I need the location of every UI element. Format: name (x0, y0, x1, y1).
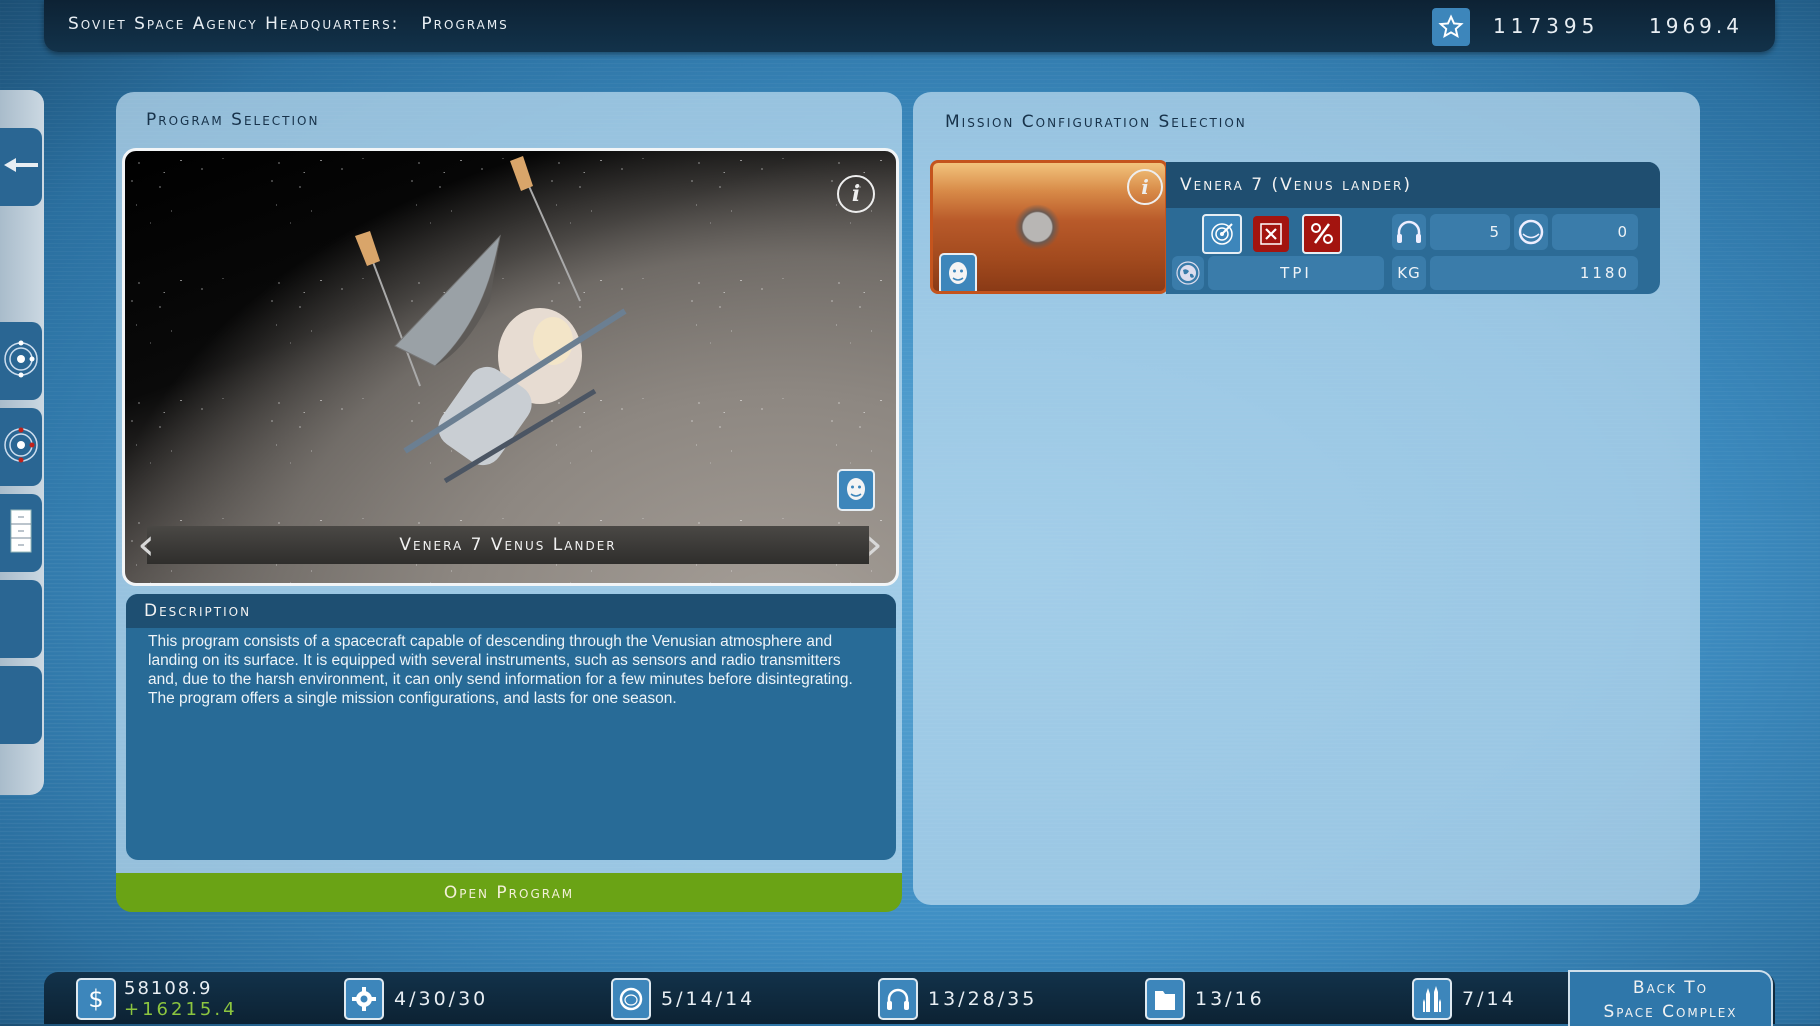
files-value: 13/16 (1195, 988, 1265, 1010)
orbit-icon (1, 339, 41, 383)
dollar-icon: $ (76, 978, 116, 1020)
mass-unit-label: KG (1392, 256, 1426, 290)
target-icon (1202, 214, 1242, 254)
sidebar-back-button[interactable] (0, 128, 42, 206)
description-box: Description This program consists of a s… (126, 594, 896, 860)
prestige-value: 117395 (1493, 14, 1600, 38)
program-name-bar: Venera 7 Venus Lander (147, 526, 869, 564)
income-value: +16215.4 (124, 999, 238, 1020)
rockets-value: 7/14 (1462, 988, 1517, 1010)
rockets-icon (1412, 978, 1452, 1020)
page-title: Soviet Space Agency Headquarters: Program… (68, 14, 509, 34)
mission-designer-icon[interactable] (939, 253, 977, 291)
sidebar-item-empty-1[interactable] (0, 580, 42, 658)
rockets-stat: 7/14 (1412, 978, 1517, 1020)
back-arrow-icon (4, 157, 38, 177)
back-button-line1: Back To (1632, 978, 1709, 998)
cosmonaut-helmet-icon (1514, 214, 1548, 250)
description-text: This program consists of a spacecraft ca… (148, 633, 853, 707)
svg-text:$: $ (88, 985, 103, 1013)
gear-icon (344, 978, 384, 1020)
funds-value: 58108.9 (124, 978, 213, 999)
star-icon[interactable] (1432, 8, 1470, 46)
bottom-bar: $ 58108.9 +16215.4 4/30/30 5/14/14 13/28… (44, 970, 1775, 1026)
sidebar-item-programs[interactable] (0, 322, 42, 400)
mission-card[interactable]: i Venera 7 (Venus lander) 5 0 TPI KG 118… (930, 160, 1660, 296)
engineers-value: 4/30/30 (394, 988, 489, 1010)
left-sidebar (0, 90, 44, 795)
folder-icon (1145, 978, 1185, 1020)
headphones-icon (878, 978, 918, 1020)
title-text: Soviet Space Agency Headquarters: (68, 14, 400, 34)
percent-icon (1302, 214, 1342, 254)
mission-info: Venera 7 (Venus lander) 5 0 TPI KG 1180 (1166, 162, 1660, 294)
sidebar-item-files[interactable] (0, 494, 42, 572)
engineers-stat: 4/30/30 (344, 978, 488, 1020)
mass-value: 1180 (1430, 256, 1638, 290)
description-title: Description (126, 594, 896, 628)
controllers-total-value: 13/28/35 (928, 988, 1038, 1010)
back-to-space-complex-button[interactable]: Back To Space Complex (1568, 970, 1773, 1026)
controllers-stat: 13/28/35 (878, 978, 1037, 1020)
mission-configuration-panel: Mission Configuration Selection i Venera… (913, 92, 1700, 905)
cosmonauts-total-value: 5/14/14 (661, 988, 756, 1010)
mission-name: Venera 7 (Venus lander) (1166, 162, 1660, 208)
sidebar-item-empty-2[interactable] (0, 666, 42, 744)
controllers-icon (1392, 214, 1426, 250)
open-program-button[interactable]: Open Program (116, 873, 902, 912)
trajectory-value: TPI (1208, 256, 1384, 290)
orbit-red-icon (1, 425, 41, 469)
next-program-button[interactable]: › (861, 521, 887, 569)
info-icon[interactable]: i (837, 175, 875, 213)
spacecraft-illustration (355, 156, 627, 484)
program-selection-panel: Program Selection i Venera 7 Venus Lande… (116, 92, 902, 912)
program-selection-title: Program Selection (146, 110, 320, 130)
chief-designer-icon[interactable] (837, 469, 875, 511)
date-value: 1969.4 (1649, 14, 1743, 38)
info-icon-label: i (851, 181, 861, 207)
section-text: Programs (421, 14, 509, 34)
cosmonauts-value: 0 (1552, 214, 1638, 250)
mission-configuration-title: Mission Configuration Selection (945, 112, 1247, 132)
cross-icon (1253, 216, 1289, 252)
program-name: Venera 7 Venus Lander (399, 535, 617, 555)
cabinet-icon (10, 509, 32, 557)
helmet-icon (611, 978, 651, 1020)
back-button-line2: Space Complex (1603, 1002, 1738, 1022)
files-stat: 13/16 (1145, 978, 1265, 1020)
program-image: i Venera 7 Venus Lander ‹ › (122, 148, 899, 586)
globe-icon (1172, 256, 1204, 290)
previous-program-button[interactable]: ‹ (133, 521, 159, 569)
mission-info-icon[interactable]: i (1127, 169, 1163, 205)
controllers-value: 5 (1430, 214, 1510, 250)
cosmonauts-stat: 5/14/14 (611, 978, 755, 1020)
sidebar-item-missions[interactable] (0, 408, 42, 486)
top-bar: Soviet Space Agency Headquarters: Program… (44, 0, 1775, 52)
mission-thumbnail[interactable]: i (930, 160, 1168, 294)
funds-stat: $ 58108.9 +16215.4 (76, 978, 238, 1020)
